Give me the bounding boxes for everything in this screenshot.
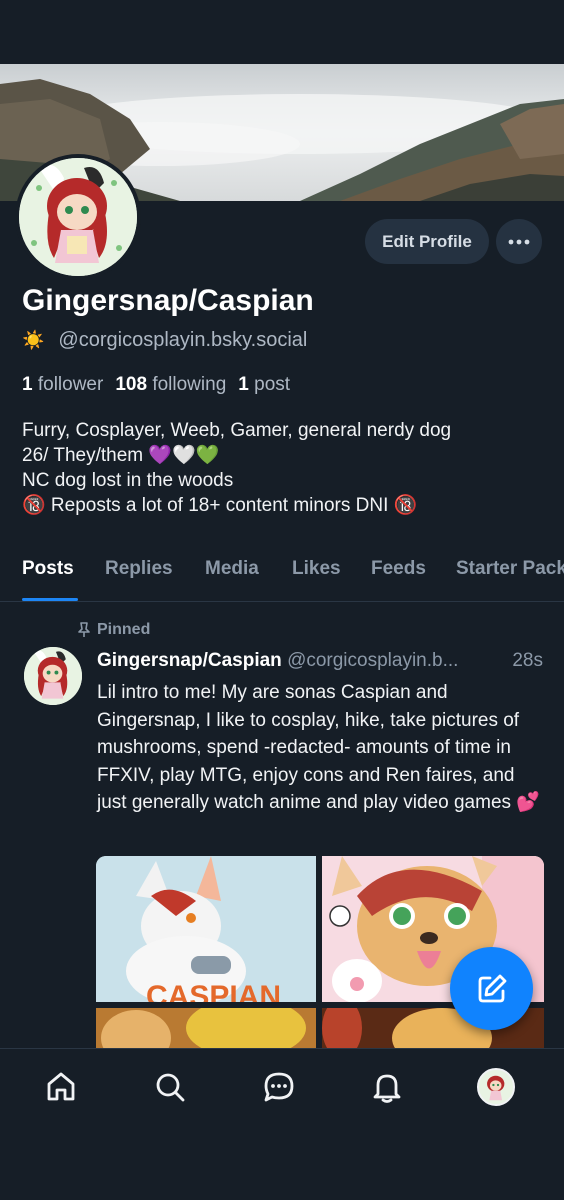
profile-bio: Furry, Cosplayer, Weeb, Gamer, general n…: [22, 418, 552, 518]
tab-replies[interactable]: Replies: [105, 558, 173, 580]
svg-text:CASPIAN: CASPIAN: [146, 980, 281, 1002]
bio-line: 26/ They/them 💜🤍💚: [22, 445, 220, 466]
post-author-name[interactable]: Gingersnap/Caspian: [97, 650, 282, 671]
bio-line: NC dog lost in the woods: [22, 470, 234, 491]
bell-icon: [373, 1074, 401, 1103]
status-bar: [0, 0, 564, 64]
tab-starter-packs[interactable]: Starter Packs: [456, 558, 564, 580]
compose-post-button[interactable]: [450, 947, 533, 1030]
profile-stats: 1 follower 108 following 1 post: [22, 374, 290, 396]
bottom-nav: [0, 1048, 564, 1200]
active-tab-indicator: [22, 598, 78, 601]
home-icon: [47, 1072, 75, 1101]
tab-likes[interactable]: Likes: [292, 558, 341, 580]
nav-search[interactable]: [150, 1067, 190, 1107]
search-icon: [156, 1073, 185, 1102]
tab-media[interactable]: Media: [205, 558, 259, 580]
nav-notifications[interactable]: [367, 1067, 407, 1107]
sun-emoji: ☀️: [22, 330, 45, 350]
compose-icon: [478, 974, 506, 1002]
profile-handle-row: ☀️ @corgicosplayin.bsky.social: [22, 329, 307, 352]
post-author-avatar[interactable]: [24, 647, 82, 705]
edit-profile-button[interactable]: Edit Profile: [365, 219, 489, 264]
profile-handle: @corgicosplayin.bsky.social: [58, 329, 308, 351]
following-stat[interactable]: 108 following: [115, 374, 226, 396]
post-author-handle[interactable]: @corgicosplayin.b...: [287, 650, 458, 671]
nav-chat[interactable]: [259, 1067, 299, 1107]
bio-line: Furry, Cosplayer, Weeb, Gamer, general n…: [22, 420, 452, 441]
post-image[interactable]: [96, 1008, 316, 1051]
bio-line: 🔞 Reposts a lot of 18+ content minors DN…: [22, 495, 418, 516]
profile-display-name: Gingersnap/Caspian: [22, 284, 314, 317]
post-image[interactable]: CASPIAN: [96, 856, 316, 1002]
pin-icon: [78, 622, 90, 637]
pinned-label: Pinned: [77, 621, 150, 639]
profile-tabs: Posts Replies Media Likes Feeds Starter …: [0, 552, 564, 602]
chat-icon: [264, 1072, 294, 1102]
post-header: Gingersnap/Caspian @corgicosplayin.b... …: [97, 650, 549, 672]
profile-avatar: [477, 1068, 515, 1106]
nav-profile[interactable]: [476, 1067, 516, 1107]
tab-feeds[interactable]: Feeds: [371, 558, 426, 580]
posts-stat: 1 post: [238, 374, 291, 395]
post-text: Lil intro to me! My are sonas Caspian an…: [97, 682, 540, 813]
avatar-image: [19, 158, 137, 276]
tab-posts[interactable]: Posts: [22, 558, 74, 580]
more-horizontal-icon: [508, 239, 530, 244]
nav-home[interactable]: [41, 1067, 81, 1107]
profile-avatar[interactable]: [15, 154, 141, 280]
post-timestamp[interactable]: 28s: [510, 650, 543, 672]
more-options-button[interactable]: [496, 219, 542, 264]
followers-stat[interactable]: 1 follower: [22, 374, 103, 396]
